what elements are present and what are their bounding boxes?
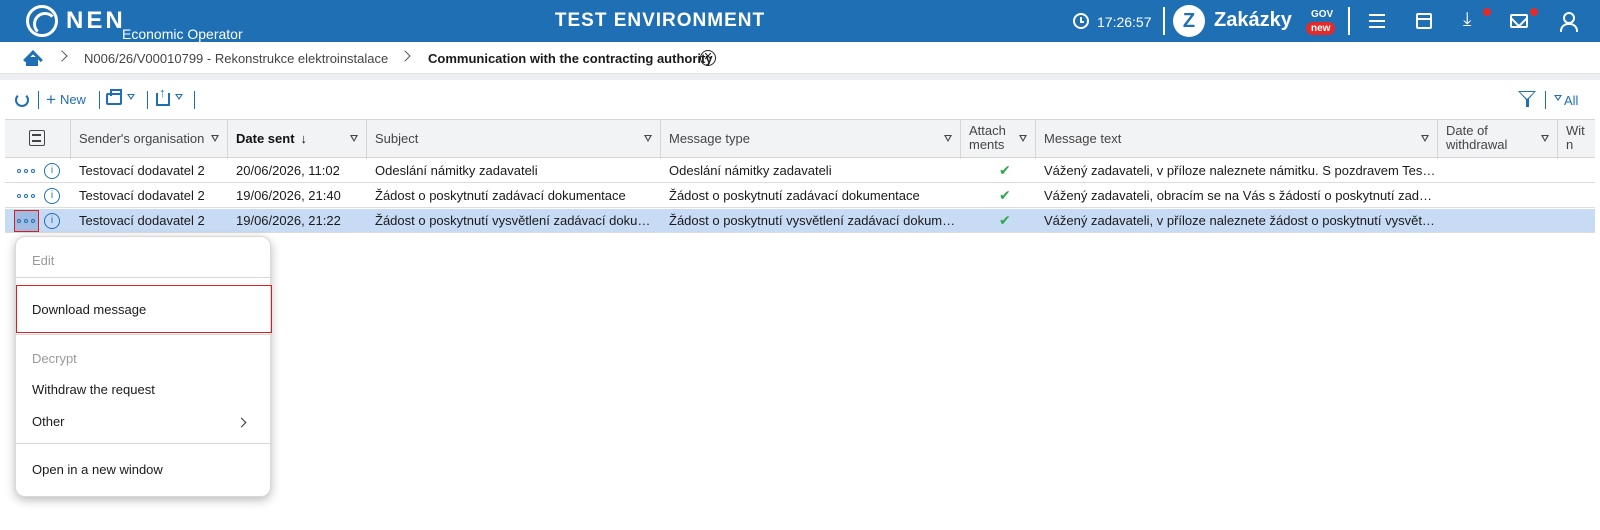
session-time: 17:26:57	[1097, 14, 1152, 30]
column-header-type[interactable]: Message type	[661, 120, 961, 159]
toolbar-divider	[147, 91, 148, 109]
table-header: Sender's organisation Date sent ↓ Subject…	[5, 119, 1595, 159]
row-actions-icon[interactable]	[17, 164, 37, 178]
row-actions-icon[interactable]	[17, 214, 37, 228]
table-row-selected[interactable]: i Testovací dodavatel 2 19/06/2026, 21:2…	[5, 209, 1595, 233]
sort-desc-icon: ↓	[300, 131, 308, 146]
attachment-check-icon: ✔	[999, 187, 1011, 203]
refresh-icon[interactable]	[15, 93, 29, 107]
clock-icon	[1073, 13, 1089, 29]
download-notification-dot	[1483, 8, 1491, 16]
column-header-withdrawn[interactable]: Wit n	[1558, 120, 1595, 159]
calendar-icon[interactable]	[1416, 13, 1432, 29]
print-dropdown-icon[interactable]	[127, 94, 135, 100]
column-filter-icon[interactable]	[644, 135, 652, 142]
chevron-right-icon	[56, 50, 68, 62]
toolbar-divider	[38, 91, 39, 109]
column-filter-icon[interactable]	[944, 135, 952, 142]
export-dropdown-icon[interactable]	[175, 94, 183, 100]
zakazky-gov: GOV	[1311, 9, 1334, 20]
column-header-text[interactable]: Message text	[1036, 120, 1438, 159]
menu-divider	[16, 334, 272, 335]
column-filter-icon[interactable]	[211, 135, 219, 142]
close-tab-icon[interactable]: ✕	[700, 50, 716, 66]
breadcrumb-current: Communication with the contracting autho…	[428, 51, 713, 66]
zakazky-name[interactable]: Zakázky	[1214, 9, 1292, 32]
top-bar: NEN Economic Operator TEST ENVIRONMENT 1…	[0, 0, 1600, 42]
attachment-check-icon: ✔	[999, 162, 1011, 178]
table-row[interactable]: i Testovací dodavatel 2 19/06/2026, 21:4…	[5, 184, 1595, 208]
column-header-subject[interactable]: Subject	[367, 120, 661, 159]
zakazky-logo-icon[interactable]: Z	[1173, 5, 1205, 37]
zakazky-new-badge: new	[1306, 22, 1336, 35]
toolbar-divider	[194, 91, 195, 109]
row-context-menu: Edit Download message Decrypt Withdraw t…	[15, 236, 272, 497]
menu-item-withdraw[interactable]: Withdraw the request	[32, 382, 155, 397]
menu-divider	[16, 277, 272, 278]
mail-icon[interactable]	[1510, 14, 1528, 28]
filter-all-label[interactable]: All	[1564, 93, 1578, 108]
print-icon[interactable]	[106, 89, 122, 105]
column-filter-icon[interactable]	[1541, 135, 1549, 142]
grid-toolbar: +New All	[0, 80, 1600, 118]
breadcrumb: N006/26/V00010799 - Rekonstrukce elektro…	[0, 42, 1600, 74]
column-settings-icon[interactable]	[29, 130, 45, 146]
menu-item-edit: Edit	[32, 253, 55, 268]
column-header-attachments[interactable]: Attach ments	[961, 120, 1036, 159]
menu-item-open-new-window[interactable]: Open in a new window	[32, 462, 163, 477]
attachment-check-icon: ✔	[999, 212, 1011, 228]
info-icon[interactable]: i	[44, 213, 60, 229]
menu-divider	[16, 443, 272, 444]
user-icon[interactable]	[1559, 12, 1578, 32]
column-header-date[interactable]: Date sent ↓	[228, 120, 367, 159]
row-actions-icon[interactable]	[17, 189, 37, 203]
download-icon[interactable]	[1463, 9, 1481, 31]
table-row[interactable]: i Testovací dodavatel 2 20/06/2026, 11:0…	[5, 159, 1595, 183]
breadcrumb-tender[interactable]: N006/26/V00010799 - Rekonstrukce elektro…	[84, 51, 388, 66]
plus-icon: +	[46, 90, 56, 109]
column-header-org[interactable]: Sender's organisation	[71, 120, 228, 159]
chevron-right-icon	[399, 50, 411, 62]
new-button-label: New	[59, 92, 86, 107]
mail-notification-dot	[1530, 8, 1538, 16]
header-divider	[1163, 7, 1165, 35]
new-button[interactable]: + New	[46, 90, 86, 110]
toolbar-divider	[99, 91, 100, 109]
menu-item-decrypt: Decrypt	[32, 351, 77, 366]
menu-item-download[interactable]: Download message	[32, 302, 146, 317]
filter-all-dropdown-icon[interactable]	[1554, 95, 1562, 101]
chevron-right-icon	[236, 417, 247, 428]
info-icon[interactable]: i	[44, 163, 60, 179]
column-filter-icon[interactable]	[1421, 135, 1429, 142]
column-filter-icon[interactable]	[350, 135, 358, 142]
menu-icon[interactable]	[1368, 12, 1386, 30]
column-filter-icon[interactable]	[1019, 135, 1027, 142]
export-icon[interactable]	[156, 85, 170, 106]
header-divider	[1348, 7, 1350, 35]
column-settings-cell[interactable]	[5, 120, 71, 159]
column-header-withdrawal[interactable]: Date of withdrawal	[1438, 120, 1558, 159]
menu-item-other[interactable]: Other	[32, 414, 65, 429]
filter-icon[interactable]	[1518, 91, 1536, 107]
home-icon[interactable]	[23, 50, 41, 66]
info-icon[interactable]: i	[44, 188, 60, 204]
toolbar-divider	[1545, 91, 1546, 109]
